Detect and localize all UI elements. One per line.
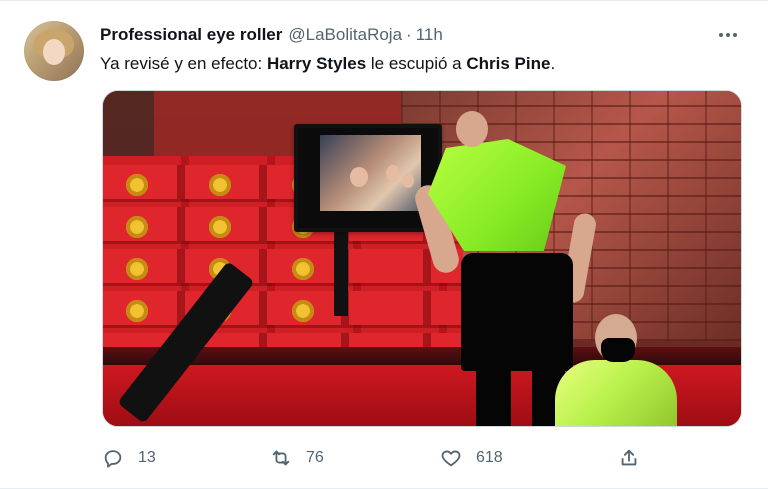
more-horizontal-icon[interactable]	[716, 23, 740, 47]
reply-button[interactable]: 13	[102, 443, 156, 473]
steward	[555, 314, 677, 426]
screen-face	[386, 165, 400, 182]
tweet-timestamp[interactable]: 11h	[416, 23, 443, 47]
seat-logo-icon	[208, 173, 232, 197]
author-display-name[interactable]: Professional eye roller	[100, 23, 282, 47]
retweet-count: 76	[306, 449, 324, 466]
monitor-screen	[320, 135, 421, 211]
reply-icon[interactable]	[102, 447, 124, 469]
header-separator: ·	[406, 25, 412, 44]
seat-row	[103, 249, 463, 283]
tweet-text-part: le escupió a	[366, 54, 467, 73]
like-count: 618	[476, 449, 503, 466]
tweet-header: Professional eye roller @LaBolitaRoja · …	[100, 23, 740, 47]
tweet-actions: 13 76 618	[102, 443, 642, 473]
monitor-post	[334, 231, 348, 316]
referee-leg	[476, 371, 511, 426]
retweet-button[interactable]: 76	[270, 443, 324, 473]
heart-icon[interactable]	[440, 447, 462, 469]
share-icon[interactable]	[618, 447, 640, 469]
seat-logo-icon	[291, 299, 315, 323]
seat-logo-icon	[125, 173, 149, 197]
share-button[interactable]	[618, 443, 640, 473]
reply-count: 13	[138, 449, 156, 466]
screen-face	[402, 173, 414, 188]
steward-jacket	[555, 360, 677, 426]
tweet-bold-name-1: Harry Styles	[266, 54, 367, 73]
tweet-text-part: Ya revisé y en efecto:	[100, 54, 267, 73]
like-button[interactable]: 618	[440, 443, 503, 473]
face-mask	[601, 338, 635, 362]
seat-logo-icon	[291, 257, 315, 281]
profile-avatar[interactable]	[24, 21, 84, 81]
author-handle[interactable]: @LaBolitaRoja	[288, 23, 402, 47]
seat-logo-icon	[125, 257, 149, 281]
seat-logo-icon	[208, 215, 232, 239]
tweet-text-part: .	[550, 54, 556, 73]
seat-logo-icon	[125, 299, 149, 323]
tweet-card[interactable]: Professional eye roller @LaBolitaRoja · …	[0, 0, 768, 489]
seat-logo-icon	[125, 215, 149, 239]
seat-row	[103, 291, 463, 325]
retweet-icon[interactable]	[270, 447, 292, 469]
tweet-text: Ya revisé y en efecto: Harry Styles le e…	[100, 52, 720, 76]
tweet-image[interactable]	[102, 90, 742, 427]
referee-head	[456, 111, 488, 147]
screen-face	[350, 167, 368, 187]
tweet-bold-name-2: Chris Pine	[466, 54, 551, 73]
